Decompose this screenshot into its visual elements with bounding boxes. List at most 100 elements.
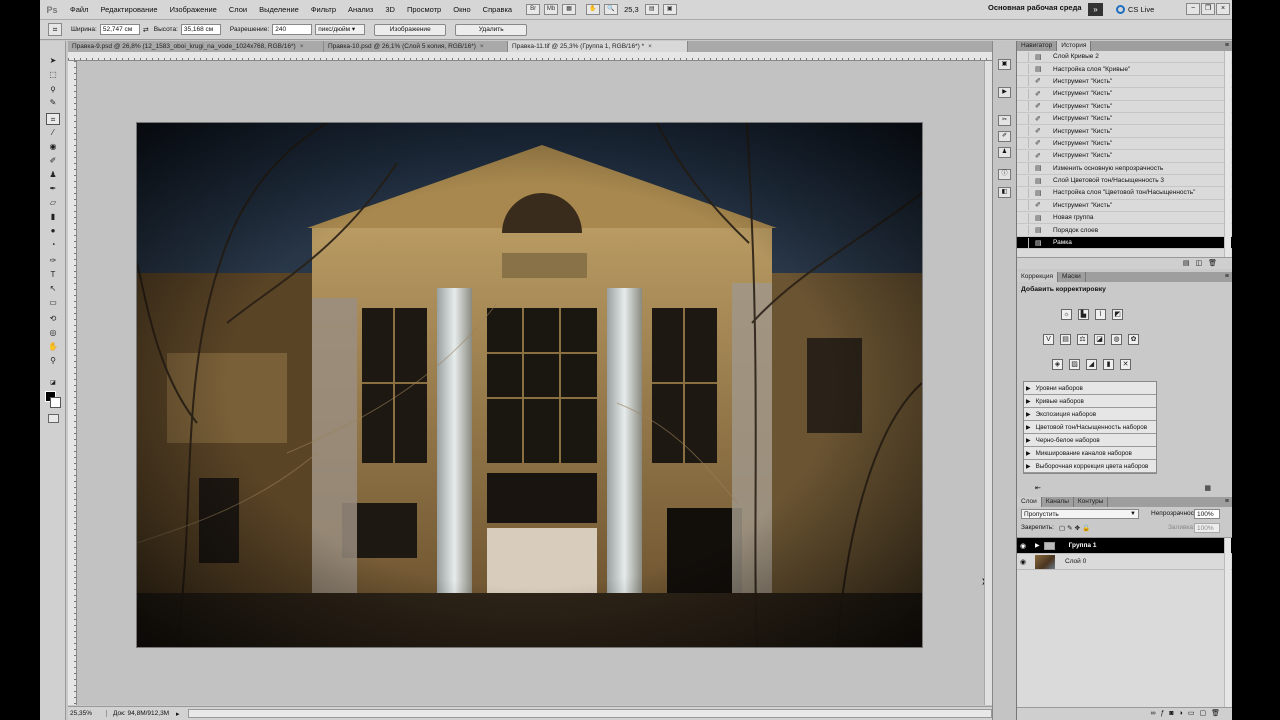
doc-tab-3-active[interactable]: Правка-11.tif @ 25,3% (Группа 1, RGB/16*…	[508, 41, 688, 52]
move-tool-icon[interactable]: ➤	[46, 55, 60, 67]
tab-adjustments[interactable]: Коррекция	[1017, 272, 1058, 282]
expand-triangle-icon[interactable]: ▶	[1026, 437, 1031, 444]
photo-filter-icon[interactable]: ◍	[1111, 334, 1122, 345]
add-mask-icon[interactable]: ◙	[1169, 710, 1178, 717]
clear-button[interactable]: Удалить	[455, 23, 528, 36]
invert-icon[interactable]: ◈	[1052, 359, 1063, 370]
layers-scrollbar[interactable]	[1224, 538, 1231, 708]
history-item[interactable]: ✐ Инструмент "Кисть"	[1017, 125, 1232, 138]
history-brush-source-box[interactable]	[1019, 175, 1029, 186]
canvas-horizontal-scrollbar[interactable]	[188, 709, 992, 718]
blur-tool-icon[interactable]: ●	[46, 225, 60, 237]
quick-select-tool-icon[interactable]: ✎	[46, 97, 60, 109]
lock-position-icon[interactable]: ✥	[1075, 525, 1082, 532]
history-scrollbar[interactable]	[1224, 51, 1231, 257]
tab-history[interactable]: История	[1057, 41, 1092, 51]
color-panel-icon[interactable]: ◧	[998, 187, 1011, 198]
layer-row[interactable]: ◉ ▶ Группа 1	[1017, 538, 1232, 554]
actions-panel-icon[interactable]: ▶	[998, 87, 1011, 98]
menu-image[interactable]: Изображение	[164, 5, 223, 14]
preset-item[interactable]: ▶ Экспозиция наборов	[1024, 408, 1156, 421]
panel-menu-icon[interactable]: ≡	[1225, 497, 1229, 507]
adjustments-options-icon[interactable]: ▦	[1204, 483, 1211, 495]
rectangle-tool-icon[interactable]: ▭	[46, 297, 60, 309]
history-brush-source-box[interactable]	[1019, 200, 1029, 211]
tool-presets-icon[interactable]: ✂	[998, 115, 1011, 126]
history-item[interactable]: ✐ Инструмент "Кисть"	[1017, 200, 1232, 213]
marquee-tool-icon[interactable]: ⬚	[46, 69, 60, 81]
lock-pixels-icon[interactable]: ✎	[1067, 525, 1074, 532]
history-brush-source-box[interactable]	[1019, 187, 1029, 198]
tab-channels[interactable]: Каналы	[1042, 497, 1074, 507]
history-item[interactable]: ▤ Настройка слоя "Кривые"	[1017, 63, 1232, 76]
history-brush-source-box[interactable]	[1019, 126, 1029, 137]
minibridge-icon[interactable]: Mb	[544, 4, 559, 15]
history-item[interactable]: ▤ Новая группа	[1017, 212, 1232, 225]
history-brush-source-box[interactable]	[1019, 237, 1029, 248]
fill-input[interactable]: 100%	[1194, 523, 1220, 533]
menu-3d[interactable]: 3D	[379, 5, 401, 14]
new-layer-icon[interactable]: ▢	[1199, 710, 1211, 717]
channel-mixer-icon[interactable]: ✿	[1128, 334, 1139, 345]
tab-paths[interactable]: Контуры	[1074, 497, 1109, 507]
quick-mask-icon[interactable]	[48, 414, 59, 423]
history-brush-source-box[interactable]	[1019, 113, 1029, 124]
expand-triangle-icon[interactable]: ▶	[1026, 463, 1031, 470]
close-icon[interactable]: ×	[300, 41, 304, 52]
swap-icon[interactable]: ⇄	[143, 26, 149, 34]
dodge-tool-icon[interactable]: ◔	[46, 239, 60, 251]
menu-view[interactable]: Просмотр	[401, 5, 447, 14]
history-brush-source-box[interactable]	[1019, 163, 1029, 174]
close-button[interactable]: ×	[1216, 3, 1230, 15]
doc-tab-2[interactable]: Правка-10.psd @ 26,1% (Слой 5 копия, RGB…	[324, 41, 508, 52]
return-to-list-icon[interactable]: ⇤	[1035, 483, 1041, 495]
panel-menu-icon[interactable]: ≡	[1225, 272, 1229, 282]
history-item[interactable]: ✐ Инструмент "Кисть"	[1017, 88, 1232, 101]
healing-brush-tool-icon[interactable]: ◉	[46, 141, 60, 153]
curves-icon[interactable]: ⌇	[1095, 309, 1106, 320]
history-brush-source-box[interactable]	[1019, 88, 1029, 99]
3d-rotate-tool-icon[interactable]: ⟲	[46, 313, 60, 325]
width-input[interactable]: 52,747 см	[99, 24, 140, 35]
history-brush-source-box[interactable]	[1019, 225, 1029, 236]
trash-icon[interactable]: 🗑	[1208, 260, 1223, 267]
lasso-tool-icon[interactable]: ϙ	[46, 83, 60, 95]
zoom-icon[interactable]: 🔍	[604, 4, 619, 15]
new-doc-from-state-icon[interactable]: ▤	[1183, 260, 1196, 267]
info-panel-icon[interactable]: ⓘ	[998, 169, 1011, 180]
zoom-tool-icon[interactable]: ⚲	[46, 355, 60, 367]
close-icon[interactable]: ×	[480, 41, 484, 52]
horizontal-ruler[interactable]	[68, 52, 992, 61]
hand-tool-icon[interactable]: ✋	[46, 341, 60, 353]
crop-tool-icon[interactable]: ⌗	[46, 113, 60, 125]
crop-tool-preset-icon[interactable]: ⌗	[48, 23, 62, 36]
new-group-icon[interactable]: ▭	[1188, 710, 1200, 717]
status-menu-arrow[interactable]: ▸	[176, 710, 188, 718]
eyedropper-tool-icon[interactable]: ⁄	[46, 127, 60, 139]
view-extras-icon[interactable]: ▦	[562, 4, 577, 15]
menu-file[interactable]: Файл	[64, 5, 94, 14]
gradient-tool-icon[interactable]: ▮	[46, 211, 60, 223]
eye-icon[interactable]: ◉	[1017, 542, 1029, 550]
brush-tool-icon[interactable]: ✐	[46, 155, 60, 167]
tab-layers[interactable]: Слои	[1017, 497, 1042, 507]
document-image[interactable]	[137, 123, 922, 647]
minimize-button[interactable]: −	[1186, 3, 1200, 15]
history-item[interactable]: ▤ Изменить основную непрозрачность	[1017, 163, 1232, 175]
restore-button[interactable]: ❐	[1201, 3, 1215, 15]
expand-triangle-icon[interactable]: ▶	[1026, 385, 1031, 392]
menu-select[interactable]: Выделение	[253, 5, 305, 14]
link-layers-icon[interactable]: ∞	[1150, 710, 1160, 717]
default-colors-icon[interactable]: ◪	[46, 377, 60, 389]
expand-triangle-icon[interactable]: ▶	[1026, 424, 1031, 431]
history-brush-source-box[interactable]	[1019, 138, 1029, 149]
eraser-tool-icon[interactable]: ▱	[46, 197, 60, 209]
history-item[interactable]: ▤ Слой Цветовой тон/Насыщенность 3	[1017, 175, 1232, 188]
type-tool-icon[interactable]: T	[46, 269, 60, 281]
history-item[interactable]: ▤ Слой Кривые 2	[1017, 51, 1232, 64]
new-adjustment-icon[interactable]: ◑	[1179, 710, 1188, 717]
history-brush-tool-icon[interactable]: ✒	[46, 183, 60, 195]
hue-saturation-icon[interactable]: ▤	[1060, 334, 1071, 345]
menu-layers[interactable]: Слои	[223, 5, 253, 14]
canvas-area[interactable]: ➤	[77, 61, 992, 705]
